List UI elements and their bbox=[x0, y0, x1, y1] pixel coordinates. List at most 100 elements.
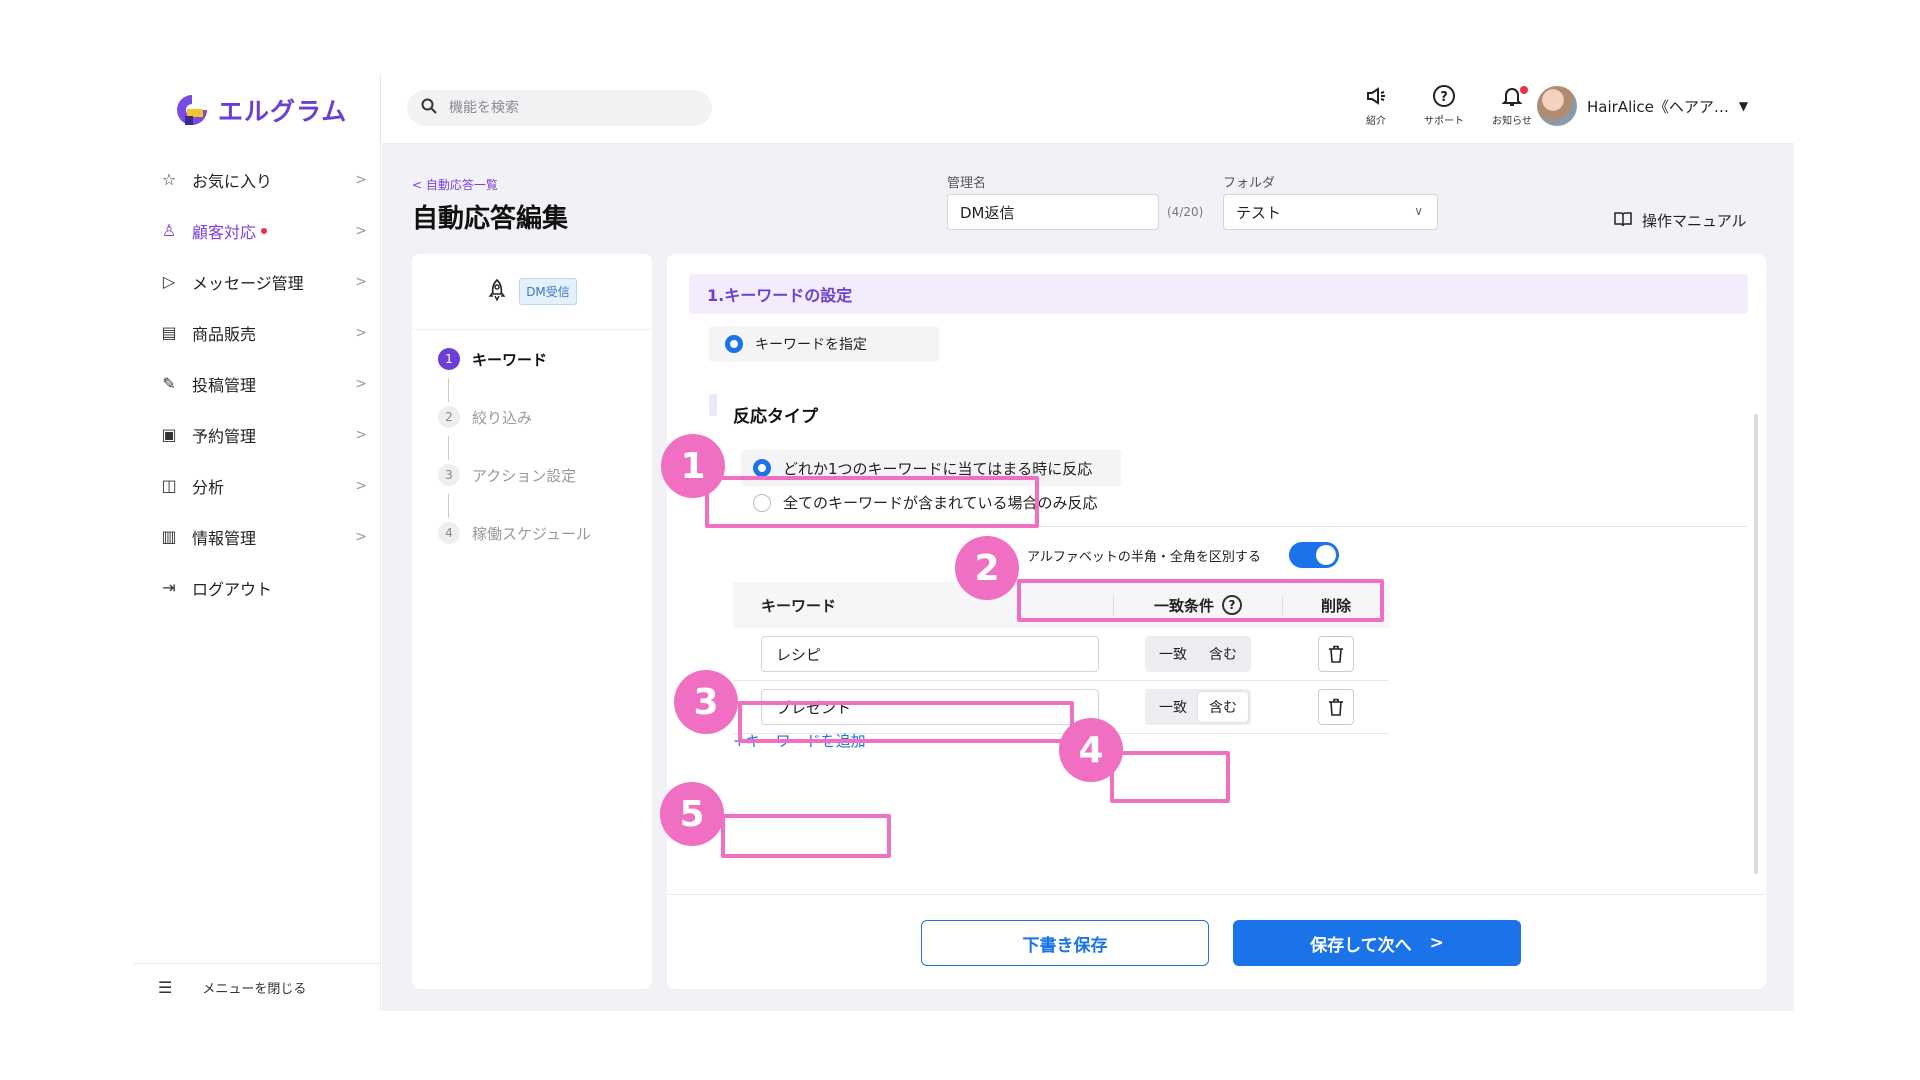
sidebar-item-product-sales[interactable]: ▤ 商品販売 > bbox=[134, 307, 381, 358]
sidebar-item-customer-support[interactable]: ♙ 顧客対応 > bbox=[134, 205, 381, 256]
sidebar-item-label: 情報管理 bbox=[192, 525, 355, 549]
exact-match-option[interactable]: 一致 bbox=[1148, 639, 1198, 669]
step-label: キーワード bbox=[472, 350, 548, 369]
intro-button[interactable]: 紹介 bbox=[1352, 84, 1400, 127]
notification-dot bbox=[261, 228, 268, 234]
keyword-input[interactable]: プレゼント bbox=[761, 689, 1099, 725]
help-icon[interactable]: ? bbox=[1222, 595, 1242, 615]
content-card: 1.キーワードの設定 キーワードを指定 反応タイプ どれか1つのキーワードに当て… bbox=[667, 254, 1766, 989]
header-keyword: キーワード bbox=[761, 596, 837, 615]
keyword-input[interactable]: レシピ bbox=[761, 636, 1099, 672]
close-menu-button[interactable]: ☰ メニューを閉じる bbox=[134, 963, 381, 1011]
user-menu[interactable]: HairAlice《ヘアア… ▼ bbox=[1537, 86, 1748, 126]
sidebar-item-post-management[interactable]: ✎ 投稿管理 > bbox=[134, 358, 381, 409]
callout-2: 2 bbox=[955, 536, 1019, 600]
trigger-tag: DM受信 bbox=[519, 278, 577, 305]
sidebar-item-label: お気に入り bbox=[192, 168, 355, 192]
trash-icon[interactable] bbox=[1318, 636, 1354, 672]
search-icon bbox=[421, 98, 437, 118]
keyword-value: プレゼント bbox=[776, 698, 852, 717]
close-menu-label: メニューを閉じる bbox=[202, 982, 307, 997]
folder-value: テスト bbox=[1236, 203, 1282, 222]
notifications-button[interactable]: お知らせ bbox=[1488, 84, 1536, 127]
search-box[interactable] bbox=[407, 90, 712, 126]
customer-support-icon: ♙ bbox=[161, 221, 177, 240]
manual-link[interactable]: 操作マニュアル bbox=[1614, 210, 1747, 231]
chevron-right-icon: > bbox=[355, 528, 367, 545]
keyword-mode-option[interactable]: キーワードを指定 bbox=[709, 326, 939, 362]
exact-match-option[interactable]: 一致 bbox=[1148, 692, 1198, 722]
svg-text:?: ? bbox=[1440, 90, 1448, 105]
header-condition: 一致条件 ? bbox=[1113, 594, 1283, 616]
trash-icon[interactable] bbox=[1318, 689, 1354, 725]
contains-option[interactable]: 含む bbox=[1198, 692, 1248, 722]
chevron-right-icon: > bbox=[355, 273, 367, 290]
name-field[interactable]: DM返信 bbox=[947, 194, 1159, 230]
keyword-mode-label: キーワードを指定 bbox=[755, 337, 867, 353]
rocket-icon bbox=[487, 278, 507, 305]
reaction-all-option[interactable]: 全てのキーワードが含まれている場合のみ反応 bbox=[753, 492, 1098, 513]
sidebar-item-text: 商品販売 bbox=[192, 324, 257, 344]
sidebar-item-text: 投稿管理 bbox=[192, 375, 257, 395]
reaction-any-label: どれか1つのキーワードに当てはまる時に反応 bbox=[783, 459, 1093, 478]
step-connector bbox=[448, 378, 449, 402]
sidebar-item-label: 顧客対応 bbox=[192, 219, 355, 243]
sidebar-item-text: 顧客対応 bbox=[192, 222, 257, 242]
sidebar-item-message-management[interactable]: ▷ メッセージ管理 > bbox=[134, 256, 381, 307]
sidebar-item-favorites[interactable]: ☆ お気に入り > bbox=[134, 154, 381, 205]
folder-label: フォルダ bbox=[1223, 176, 1276, 191]
logo-text: エルグラム bbox=[218, 97, 348, 126]
radio-all[interactable] bbox=[753, 493, 771, 512]
megaphone-icon bbox=[1352, 84, 1400, 112]
contains-option[interactable]: 含む bbox=[1198, 639, 1248, 669]
scrollbar[interactable] bbox=[1754, 414, 1758, 874]
save-draft-button[interactable]: 下書き保存 bbox=[921, 920, 1209, 966]
condition-cell: 一致 含む bbox=[1113, 689, 1283, 725]
product-sales-icon: ▤ bbox=[161, 323, 177, 342]
table-row: レシピ 一致 含む bbox=[733, 628, 1389, 681]
step-keyword[interactable]: 1 キーワード bbox=[438, 348, 547, 370]
width-sensitivity-toggle[interactable] bbox=[1288, 542, 1339, 568]
save-next-button[interactable]: 保存して次へ > bbox=[1233, 920, 1521, 966]
sidebar-nav: ☆ お気に入り > ♙ 顧客対応 > ▷ メッセージ管理 > ▤ 商品販売 > ✎ 投稿管理 > ▣ 予約管理 >… bbox=[134, 154, 381, 613]
logo[interactable]: エルグラム bbox=[174, 88, 347, 132]
reaction-any-option[interactable]: どれか1つのキーワードに当てはまる時に反応 bbox=[741, 450, 1121, 486]
sidebar-item-text: 予約管理 bbox=[192, 426, 257, 446]
intro-label: 紹介 bbox=[1366, 116, 1386, 127]
header-condition-label: 一致条件 bbox=[1153, 596, 1214, 615]
sidebar-item-text: 分析 bbox=[192, 477, 225, 497]
bell-icon bbox=[1488, 84, 1536, 112]
radio-selected[interactable] bbox=[725, 335, 743, 353]
radio-any[interactable] bbox=[753, 459, 771, 477]
keyword-value: レシピ bbox=[776, 645, 822, 664]
notification-badge bbox=[1520, 86, 1528, 94]
name-counter: (4/20) bbox=[1167, 205, 1204, 219]
step-schedule[interactable]: 4 稼働スケジュール bbox=[438, 522, 591, 544]
reaction-type-title: 反応タイプ bbox=[733, 407, 818, 427]
sidebar-item-label: 投稿管理 bbox=[192, 372, 355, 396]
sidebar-item-reservation-management[interactable]: ▣ 予約管理 > bbox=[134, 409, 381, 460]
search-input[interactable] bbox=[449, 100, 669, 116]
reaction-all-label: 全てのキーワードが含まれている場合のみ反応 bbox=[783, 494, 1098, 512]
step-label: 絞り込み bbox=[472, 408, 533, 427]
add-keyword-link[interactable]: +キーワードを追加 bbox=[733, 730, 866, 751]
save-draft-label: 下書き保存 bbox=[1022, 935, 1108, 956]
sidebar-item-information-management[interactable]: ▥ 情報管理 > bbox=[134, 511, 381, 562]
step-action[interactable]: 3 アクション設定 bbox=[438, 464, 576, 486]
keyword-cell: プレゼント bbox=[733, 689, 1113, 725]
name-value: DM返信 bbox=[960, 203, 1015, 222]
step-filter[interactable]: 2 絞り込み bbox=[438, 406, 532, 428]
callout-3: 3 bbox=[674, 670, 738, 734]
condition-cell: 一致 含む bbox=[1113, 636, 1283, 672]
sidebar-item-logout[interactable]: ⇥ ログアウト bbox=[134, 562, 381, 613]
step-number: 2 bbox=[438, 406, 460, 428]
notifications-label: お知らせ bbox=[1492, 116, 1532, 127]
match-condition-toggle: 一致 含む bbox=[1145, 636, 1251, 672]
folder-select[interactable]: テスト ∨ bbox=[1223, 194, 1438, 230]
support-button[interactable]: ? サポート bbox=[1420, 84, 1468, 127]
sidebar-item-analysis[interactable]: ◫ 分析 > bbox=[134, 460, 381, 511]
app-window: エルグラム ☆ お気に入り > ♙ 顧客対応 > ▷ メッセージ管理 > ▤ 商品販売 > ✎ 投稿管理 >… bbox=[134, 74, 1794, 1011]
chevron-right-icon: > bbox=[355, 477, 367, 494]
breadcrumb-back-link[interactable]: < 自動応答一覧 bbox=[412, 176, 498, 193]
analysis-icon: ◫ bbox=[161, 476, 177, 495]
